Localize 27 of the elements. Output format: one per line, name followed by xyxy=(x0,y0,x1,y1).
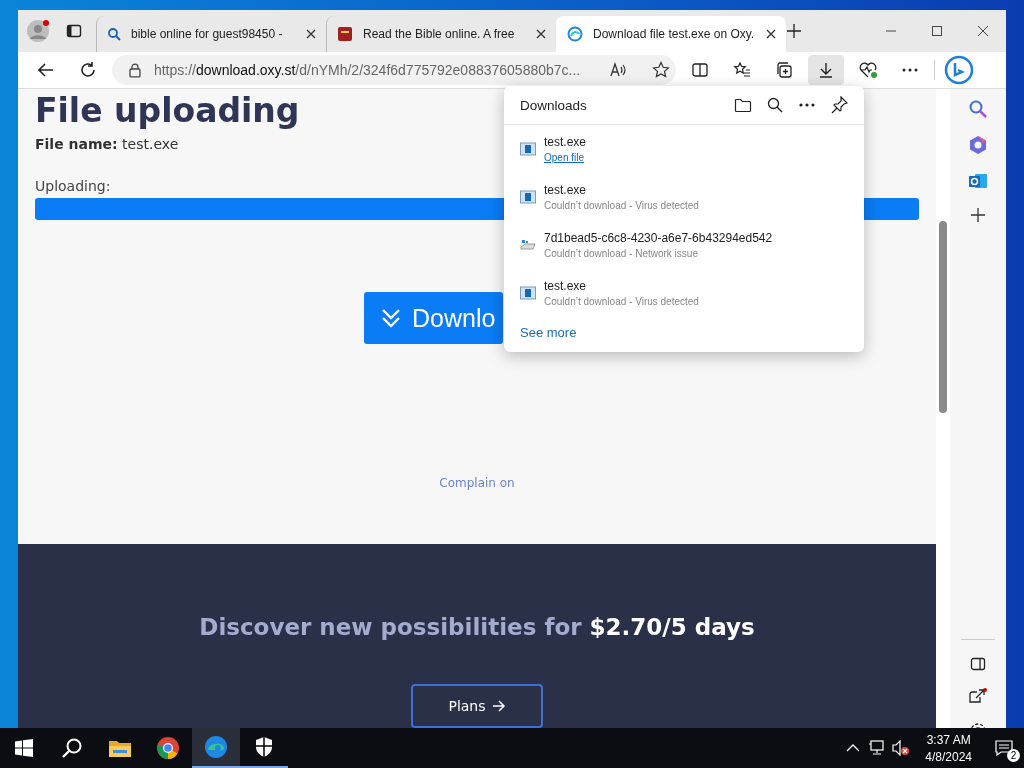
promo-heading: Discover new possibilities for $2.70/5 days xyxy=(199,614,755,640)
url-text: https://download.oxy.st/d/nYMh/2/324f6d775792e08837605880b7c... xyxy=(153,62,581,78)
notification-badge: 2 xyxy=(1007,749,1020,762)
progress-label: Uploading: xyxy=(35,178,111,194)
download-item[interactable]: test.exe Couldn’t download - Virus detected xyxy=(504,269,864,317)
file-name: test.exe xyxy=(544,279,588,293)
download-item[interactable]: 7d1bead5-c6c8-4230-a6e7-6b43294ed542 Couldn’t download - Network issue xyxy=(504,221,864,269)
open-file-link[interactable]: Open file xyxy=(544,152,585,163)
download-status: Couldn’t download - Network issue xyxy=(544,248,699,259)
page-title: File uploading xyxy=(35,91,300,130)
panel-title: Downloads xyxy=(520,97,587,113)
file-name-text: File name: test.exe xyxy=(35,136,179,152)
clock-time[interactable]: 3:37 AM xyxy=(926,732,971,747)
file-name: 7d1bead5-c6c8-4230-a6e7-6b43294ed542 xyxy=(544,231,773,245)
address-bar[interactable]: https://download.oxy.st/d/nYMh/2/324f6d775792e08837605880b7c... xyxy=(112,55,676,85)
file-name: test.exe xyxy=(544,135,587,149)
complain-link[interactable]: Complain on xyxy=(439,476,515,490)
download-button[interactable]: Downlo xyxy=(364,292,504,344)
browser-tab[interactable]: Download file test.exe on Oxy. xyxy=(556,16,786,52)
download-item[interactable]: test.exe Open file xyxy=(504,125,864,173)
see-more-link[interactable]: See more xyxy=(520,325,577,340)
plans-button[interactable]: Plans xyxy=(411,684,543,728)
download-item[interactable]: test.exe Couldn’t download - Virus detected xyxy=(504,173,864,221)
download-status: Couldn’t download - Virus detected xyxy=(544,296,699,307)
clock-date[interactable]: 4/8/2024 xyxy=(925,749,972,764)
download-status: Couldn’t download - Virus detected xyxy=(544,200,699,211)
file-name: test.exe xyxy=(544,183,588,197)
